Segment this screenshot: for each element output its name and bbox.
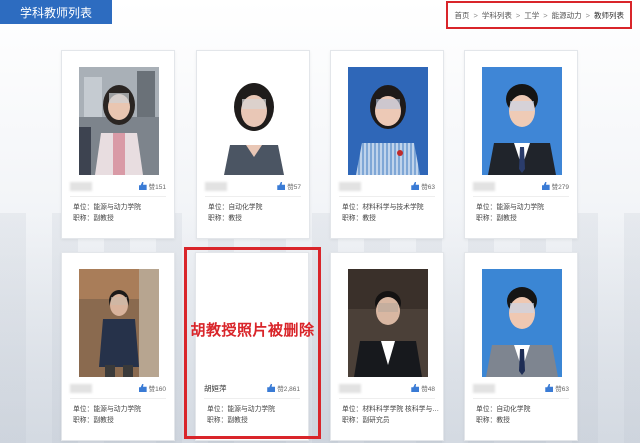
teacher-title: 职称：副教授 <box>476 215 517 222</box>
card-divider <box>205 196 301 197</box>
teacher-unit: 单位：材料科学学院 核科学与技术... <box>342 406 442 413</box>
teacher-photo[interactable] <box>214 67 294 175</box>
thumbs-up-icon <box>411 182 420 190</box>
like-count[interactable]: 赞2,861 <box>267 383 300 393</box>
page-title-tab[interactable]: 学科教师列表 <box>0 0 112 24</box>
breadcrumb-energy-power[interactable]: 能源动力 <box>552 10 582 21</box>
card-divider <box>70 196 166 197</box>
breadcrumb-subject-list[interactable]: 学科列表 <box>482 10 512 21</box>
teacher-name-blurred <box>70 384 92 393</box>
teacher-name-blurred <box>339 182 361 191</box>
teacher-info: 单位：能源与动力学院 职称：副教授 <box>73 202 173 224</box>
like-count[interactable]: 赞48 <box>411 383 435 393</box>
card-divider <box>339 196 435 197</box>
breadcrumb-home[interactable]: 首页 <box>454 10 469 21</box>
breadcrumb-separator: > <box>543 10 548 20</box>
teacher-name-blurred <box>473 384 495 393</box>
teacher-info: 单位：能源与动力学院 职称：副教授 <box>476 202 576 224</box>
teacher-card-deleted-photo[interactable]: 胡姮萍 赞2,861 单位：能源与动力学院 职称：副教授 <box>195 252 309 441</box>
breadcrumb-separator: > <box>473 10 478 20</box>
teacher-unit: 单位：能源与动力学院 <box>73 406 141 413</box>
thumbs-up-icon <box>411 384 420 392</box>
breadcrumb-teacher-list: 教师列表 <box>594 10 624 20</box>
like-count[interactable]: 赞160 <box>138 383 166 393</box>
teacher-title: 职称：教授 <box>476 417 510 424</box>
like-count[interactable]: 赞63 <box>411 181 435 191</box>
teacher-unit: 单位：能源与动力学院 <box>207 406 275 413</box>
teacher-card[interactable]: 赞63 单位：自动化学院 职称：教授 <box>464 252 578 441</box>
teacher-photo[interactable] <box>79 269 159 377</box>
teacher-photo[interactable] <box>482 269 562 377</box>
teacher-name-blurred <box>473 182 495 191</box>
like-count[interactable]: 赞279 <box>541 181 569 191</box>
teacher-title: 职称：副教授 <box>207 417 248 424</box>
card-divider <box>473 398 569 399</box>
teacher-card[interactable]: 赞63 单位：材料科学与技术学院 职称：教授 <box>330 50 444 239</box>
teacher-card[interactable]: 赞57 单位：自动化学院 职称：教授 <box>196 50 310 239</box>
card-divider <box>204 398 300 399</box>
teacher-info: 单位：自动化学院 职称：教授 <box>476 404 576 426</box>
like-count-text: 赞151 <box>148 184 166 191</box>
thumbs-up-icon <box>138 384 147 392</box>
like-count-text: 赞48 <box>421 386 435 393</box>
teacher-card[interactable]: 赞48 单位：材料科学学院 核科学与技术... 职称：副研究员 <box>330 252 444 441</box>
teacher-info: 单位：自动化学院 职称：教授 <box>208 202 308 224</box>
like-count[interactable]: 赞63 <box>545 383 569 393</box>
teacher-info: 单位：材料科学学院 核科学与技术... 职称：副研究员 <box>342 404 442 426</box>
teacher-unit: 单位：自动化学院 <box>476 406 531 413</box>
teacher-info: 单位：能源与动力学院 职称：副教授 <box>73 404 173 426</box>
card-divider <box>70 398 166 399</box>
like-count-text: 赞63 <box>555 386 569 393</box>
teacher-info: 单位：能源与动力学院 职称：副教授 <box>207 404 307 426</box>
breadcrumb-engineering[interactable]: 工学 <box>524 10 539 21</box>
teacher-name-blurred <box>339 384 361 393</box>
teacher-info: 单位：材料科学与技术学院 职称：教授 <box>342 202 442 224</box>
card-divider <box>339 398 435 399</box>
teacher-grid: 赞151 单位：能源与动力学院 职称：副教授 赞57 单位：自动化学院 职称：教… <box>0 0 640 443</box>
teacher-unit: 单位：能源与动力学院 <box>476 204 544 211</box>
like-count-text: 赞2,861 <box>277 386 300 393</box>
teacher-photo[interactable] <box>348 269 428 377</box>
thumbs-up-icon <box>277 182 286 190</box>
teacher-card[interactable]: 赞160 单位：能源与动力学院 职称：副教授 <box>61 252 175 441</box>
teacher-unit: 单位：材料科学与技术学院 <box>342 204 424 211</box>
teacher-card[interactable]: 赞279 单位：能源与动力学院 职称：副教授 <box>464 50 578 239</box>
teacher-name-blurred <box>70 182 92 191</box>
like-count[interactable]: 赞57 <box>277 181 301 191</box>
thumbs-up-icon <box>545 384 554 392</box>
teacher-photo[interactable] <box>482 67 562 175</box>
breadcrumb-separator: > <box>585 10 590 20</box>
teacher-title: 职称：副教授 <box>73 215 114 222</box>
teacher-name-blurred <box>205 182 227 191</box>
like-count-text: 赞160 <box>148 386 166 393</box>
like-count-text: 赞279 <box>551 184 569 191</box>
teacher-title: 职称：副教授 <box>73 417 114 424</box>
breadcrumb: 首页 > 学科列表 > 工学 > 能源动力 > 教师列表 <box>446 1 632 29</box>
like-count-text: 赞63 <box>421 184 435 191</box>
teacher-name[interactable]: 胡姮萍 <box>204 383 227 394</box>
breadcrumb-separator: > <box>515 10 521 20</box>
teacher-unit: 单位：自动化学院 <box>208 204 263 211</box>
card-divider <box>473 196 569 197</box>
like-count-text: 赞57 <box>287 184 301 191</box>
teacher-title: 职称：副研究员 <box>342 417 390 424</box>
thumbs-up-icon <box>541 182 550 190</box>
teacher-photo-empty <box>213 269 293 377</box>
teacher-card[interactable]: 赞151 单位：能源与动力学院 职称：副教授 <box>61 50 175 239</box>
like-count[interactable]: 赞151 <box>138 181 166 191</box>
teacher-photo[interactable] <box>79 67 159 175</box>
teacher-title: 职称：教授 <box>208 215 242 222</box>
teacher-unit: 单位：能源与动力学院 <box>73 204 141 211</box>
teacher-photo[interactable] <box>348 67 428 175</box>
teacher-title: 职称：教授 <box>342 215 376 222</box>
thumbs-up-icon <box>267 384 276 392</box>
thumbs-up-icon <box>138 182 147 190</box>
